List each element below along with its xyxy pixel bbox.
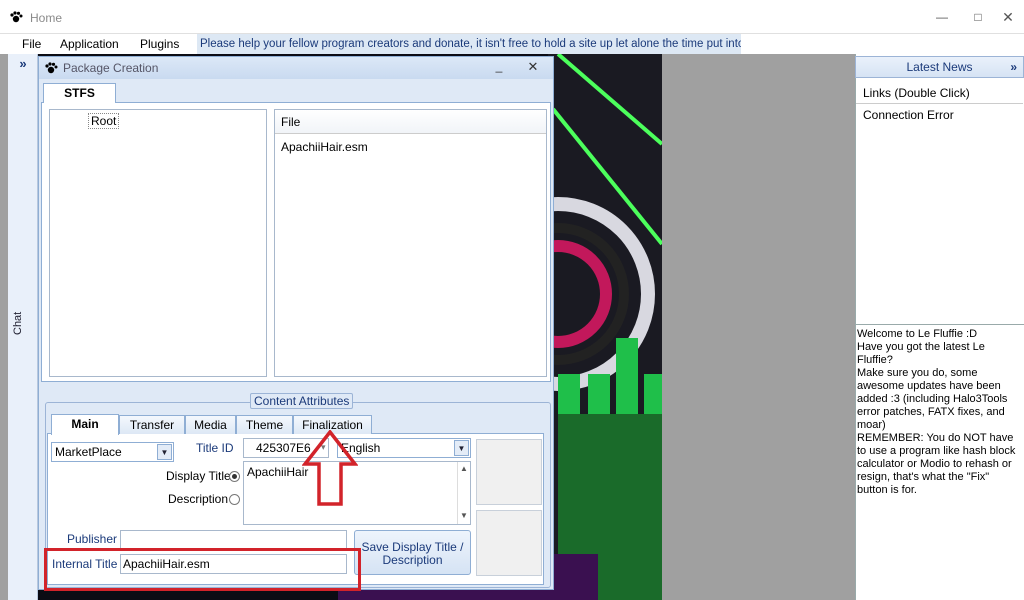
description-radio[interactable] (229, 494, 240, 505)
publisher-label: Publisher (67, 532, 118, 546)
news-message: Welcome to Le Fluffie :D Have you got th… (855, 324, 1024, 600)
file-list[interactable]: File ApachiiHair.esm (274, 109, 547, 377)
minimize-button[interactable]: — (934, 10, 950, 24)
news-links-item[interactable]: Links (Double Click) (856, 82, 1023, 104)
scroll-down-icon[interactable]: ▼ (458, 511, 470, 520)
content-attributes-label: Content Attributes (250, 393, 354, 409)
menu-application[interactable]: Application (54, 35, 125, 53)
donate-banner[interactable]: Please help your fellow program creators… (197, 34, 741, 54)
chevron-down-icon[interactable]: ▼ (157, 444, 172, 460)
annotation-up-arrow-icon (302, 430, 358, 506)
package-window-titlebar[interactable]: Package Creation _ ✕ (39, 57, 553, 79)
textarea-scrollbar[interactable]: ▲ ▼ (457, 462, 470, 524)
save-display-title-button[interactable]: Save Display Title / Description (354, 530, 471, 575)
news-header[interactable]: Latest News » (855, 56, 1024, 78)
tab-theme[interactable]: Theme (236, 415, 293, 434)
empty-area (662, 54, 855, 600)
package-minimize-button[interactable]: _ (491, 59, 507, 75)
file-column-header[interactable]: File (275, 110, 546, 134)
package-creation-window: Package Creation _ ✕ STFS Root File Apac… (38, 56, 554, 590)
package-type-value: MarketPlace (55, 445, 122, 459)
maximize-button[interactable]: □ (970, 10, 986, 24)
tab-transfer[interactable]: Transfer (119, 415, 185, 434)
package-type-select[interactable]: MarketPlace ▼ (51, 442, 174, 462)
display-title-text: ApachiiHair (247, 465, 309, 479)
scroll-up-icon[interactable]: ▲ (458, 464, 470, 473)
display-title-radio[interactable] (229, 471, 240, 482)
menu-plugins[interactable]: Plugins (134, 35, 185, 53)
chat-label[interactable]: Chat (12, 312, 24, 335)
package-window-title: Package Creation (63, 61, 159, 75)
tab-media[interactable]: Media (185, 415, 236, 434)
paw-icon (10, 11, 23, 23)
thumbnail-image-slot[interactable] (476, 439, 542, 505)
news-expand-button[interactable]: » (1010, 57, 1017, 77)
chat-expand-button[interactable]: » (8, 56, 38, 76)
paw-icon (45, 62, 58, 74)
app-title: Home (30, 11, 63, 25)
news-error-item[interactable]: Connection Error (856, 104, 1023, 126)
app-titlebar: Home — □ ✕ (0, 0, 1024, 34)
tab-stfs[interactable]: STFS (43, 83, 116, 103)
file-list-item[interactable]: ApachiiHair.esm (281, 140, 368, 154)
close-button[interactable]: ✕ (1000, 10, 1016, 24)
menu-file[interactable]: File (16, 35, 47, 53)
news-header-label: Latest News (906, 60, 973, 74)
tab-main[interactable]: Main (51, 414, 119, 435)
title-thumbnail-image-slot[interactable] (476, 510, 542, 576)
package-close-button[interactable]: ✕ (525, 59, 541, 75)
folder-tree[interactable]: Root (49, 109, 267, 377)
publisher-field[interactable] (120, 530, 347, 550)
annotation-highlight-box (44, 548, 361, 591)
display-title-label: Display Title (166, 469, 231, 483)
tree-root-node[interactable]: Root (88, 113, 120, 129)
chevron-down-icon[interactable]: ▼ (454, 440, 469, 456)
description-label: Description (168, 492, 229, 506)
title-id-label: Title ID (196, 441, 234, 455)
